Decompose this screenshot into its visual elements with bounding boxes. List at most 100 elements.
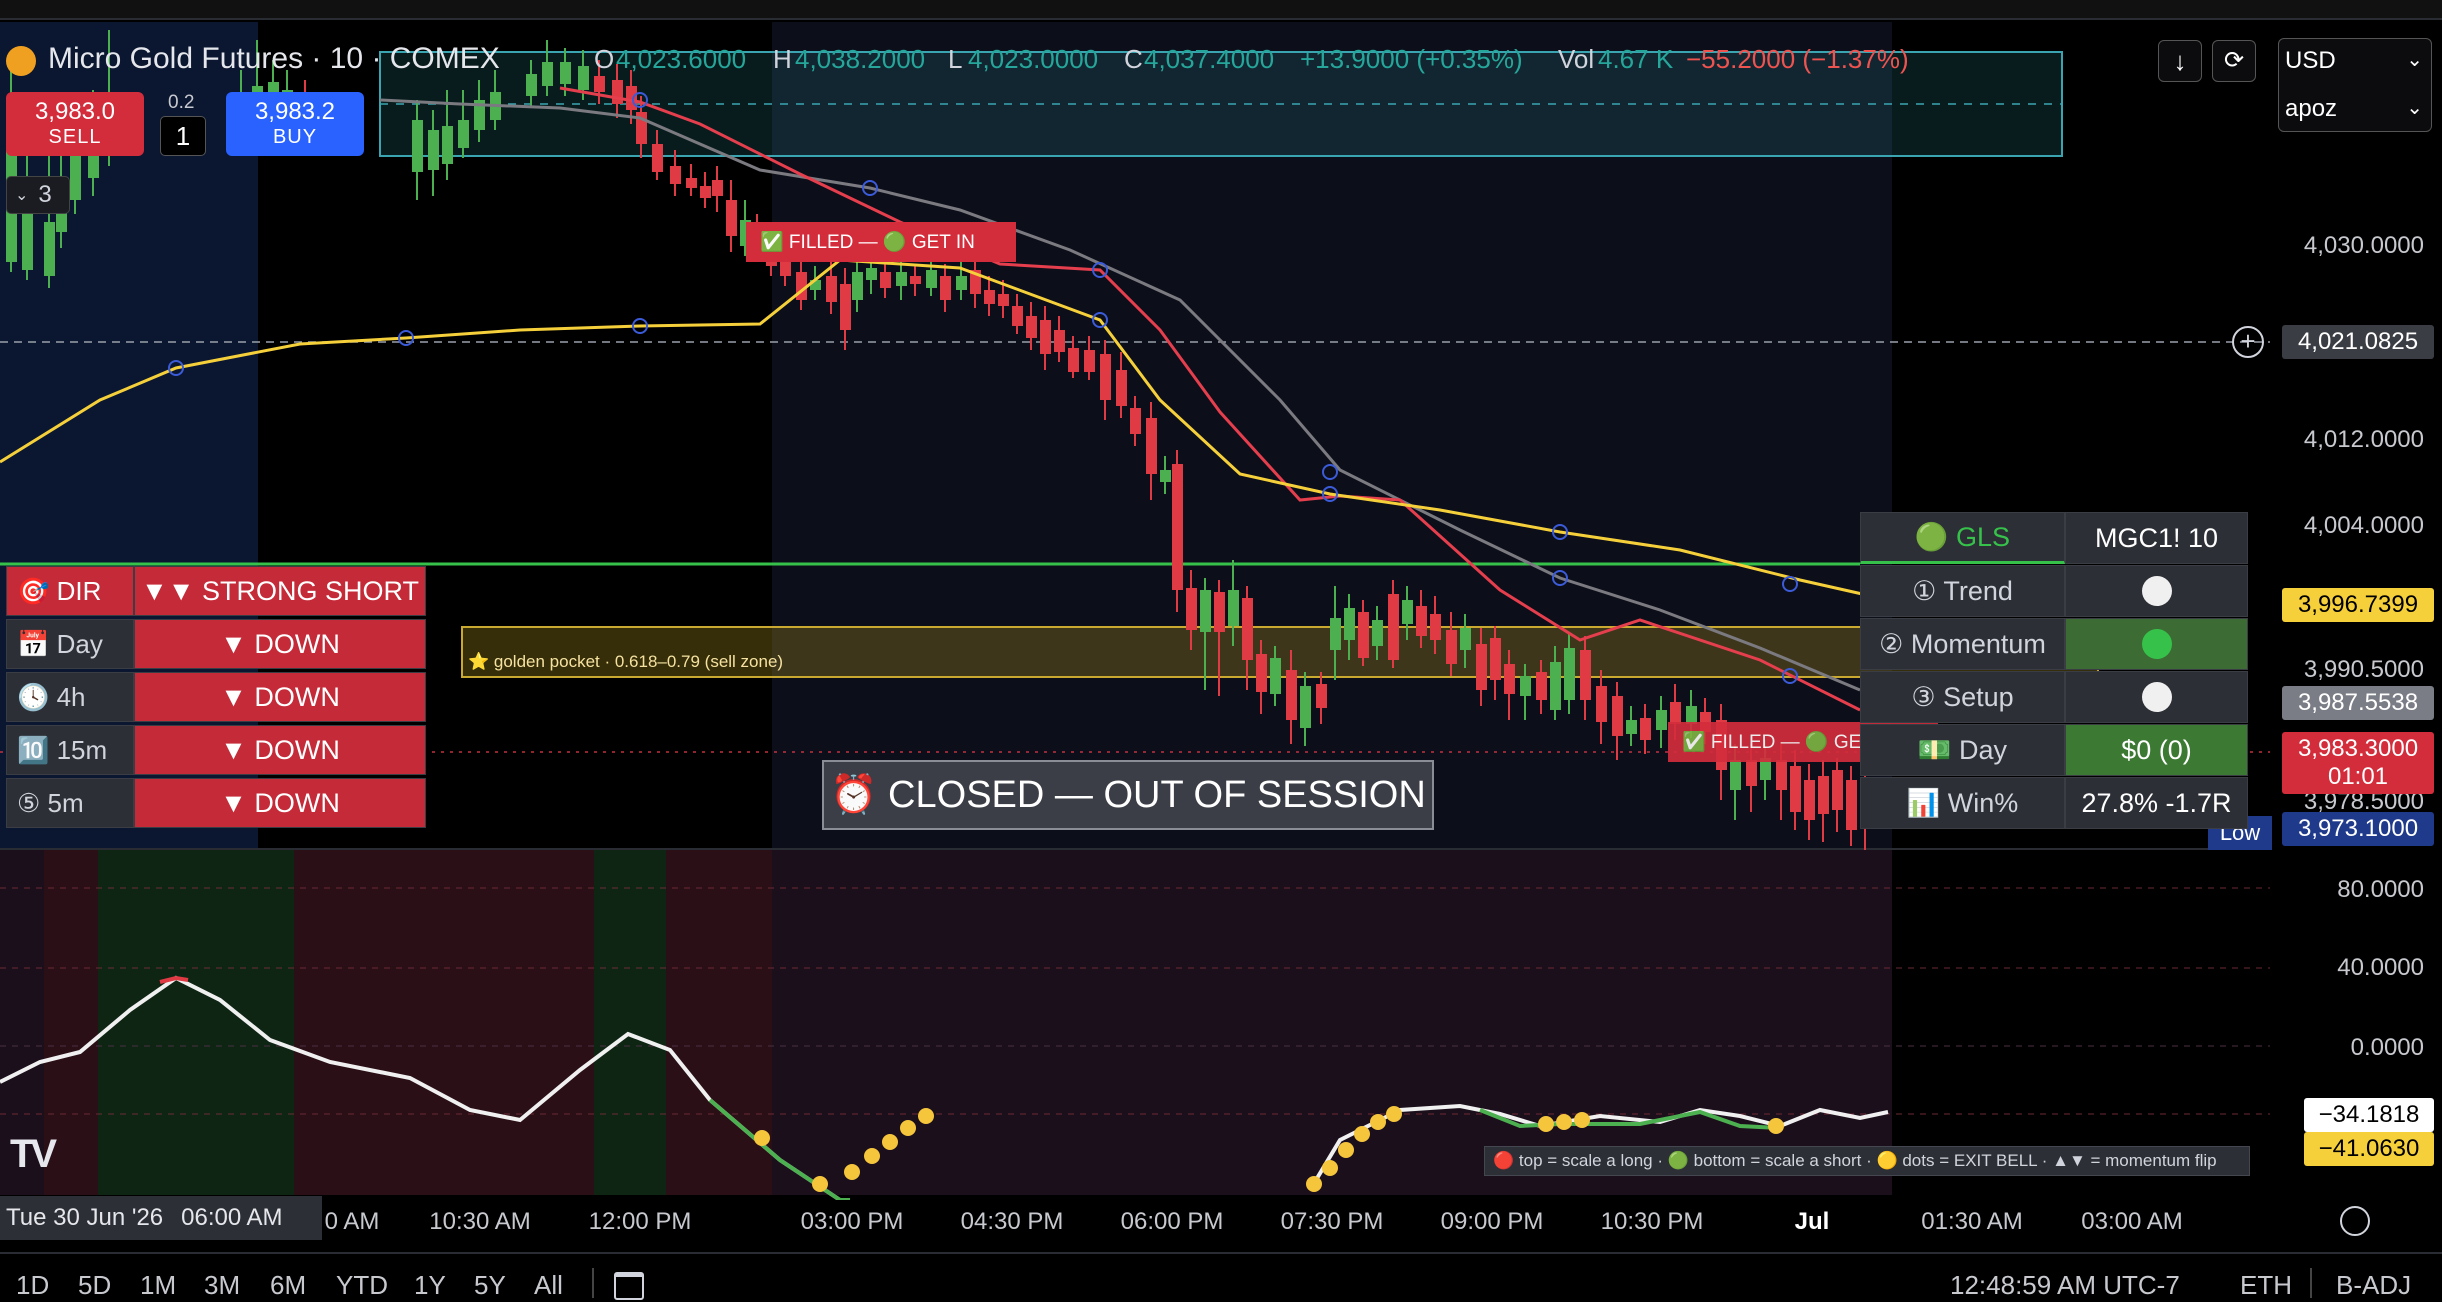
candle-body <box>1228 590 1239 626</box>
exit-bell-dot <box>1768 1118 1784 1134</box>
session-toggle[interactable]: ETH <box>2240 1270 2292 1301</box>
candle-body <box>1242 598 1253 660</box>
candle-body <box>1476 644 1487 690</box>
dir-row-5m: ⑤ 5m ▼ DOWN <box>6 778 426 828</box>
candle-body <box>940 276 951 300</box>
volume-value: 4.67 K <box>1598 44 1674 74</box>
candle-body <box>1402 600 1413 624</box>
candle-body <box>44 222 55 276</box>
candle-body <box>1358 612 1369 658</box>
white-circle-icon <box>2141 576 2172 606</box>
quantity-field[interactable]: 1 <box>160 116 206 156</box>
candle-body <box>1640 718 1651 740</box>
candle-body <box>926 270 937 288</box>
timeframe-3m[interactable]: 3M <box>204 1270 240 1301</box>
exit-bell-dot <box>1338 1142 1354 1158</box>
candle-body <box>1564 648 1575 700</box>
currency-value: USD <box>2285 47 2336 74</box>
candle-body <box>70 150 81 200</box>
x-tick: 10:30 PM <box>1600 1208 1704 1235</box>
collapse-indicators-button[interactable]: ⌄ 3 <box>6 176 70 214</box>
exit-bell-dot <box>1370 1114 1386 1130</box>
candle-body <box>526 74 537 96</box>
timeframe-5y[interactable]: 5Y <box>474 1270 506 1301</box>
candle-body <box>1214 592 1225 632</box>
exit-bell-dot <box>1386 1106 1402 1122</box>
add-alert-icon[interactable]: + <box>2232 326 2264 358</box>
x-tick: 0 AM <box>324 1208 380 1235</box>
golden-pocket-label: ⭐ golden pocket · 0.618–0.79 (sell zone) <box>468 652 784 671</box>
candle-body <box>1040 320 1051 354</box>
spread-value: 0.2 <box>168 92 195 113</box>
adjustment-toggle[interactable]: B-ADJ <box>2336 1270 2411 1301</box>
currency-select[interactable]: USD ⌄ apoz ⌄ <box>2278 38 2432 132</box>
x-tick: 10:30 AM <box>429 1208 531 1235</box>
last-price: 3,983.3000 <box>2297 735 2419 762</box>
price-change: +13.9000 (+0.35%) <box>1300 44 1523 74</box>
session-closed-banner: ⏰ CLOSED — OUT OF SESSION <box>822 760 1434 830</box>
candle-body <box>1388 594 1399 660</box>
timeframe-1m[interactable]: 1M <box>140 1270 176 1301</box>
gls-key: ② Momentum <box>1860 618 2065 670</box>
candle-body <box>442 126 453 164</box>
timeframe-all[interactable]: All <box>534 1270 563 1301</box>
candle-body <box>1832 770 1843 810</box>
candle-body <box>1504 664 1515 694</box>
crosshair-price-tag: 4,021.0825 <box>2282 325 2434 359</box>
x-tick: 03:00 PM <box>800 1208 904 1235</box>
candle-body <box>1804 780 1815 820</box>
symbol-title[interactable]: Micro Gold Futures · 10 · COMEX <box>48 42 500 76</box>
gls-row-win: 📊 Win% 27.8% -1.7R <box>1860 777 2248 829</box>
exit-bell-dot <box>918 1108 934 1124</box>
ohlc-close: 4,037.4000 <box>1144 44 1275 74</box>
dir-value: ▼ DOWN <box>134 619 426 669</box>
buy-label: BUY <box>272 126 318 148</box>
osc-value-yellow: −41.0630 <box>2304 1132 2434 1166</box>
candle-body <box>1670 702 1681 724</box>
candle-body <box>1626 720 1637 734</box>
candle-body <box>910 276 921 284</box>
candle-body <box>1256 654 1267 692</box>
candle-body <box>1776 760 1787 790</box>
filled-signal-1: ✅ FILLED — 🟢 GET IN <box>746 222 1016 262</box>
account-value: apoz <box>2285 95 2338 122</box>
timeframe-1d[interactable]: 1D <box>16 1270 49 1301</box>
candle-body <box>840 284 851 330</box>
gls-value: 27.8% -1.7R <box>2065 777 2248 829</box>
low-price-tag: 3,973.1000 <box>2282 812 2434 846</box>
candle-body <box>1330 618 1341 650</box>
candle-body <box>826 276 837 302</box>
timeframe-1y[interactable]: 1Y <box>414 1270 446 1301</box>
tradingview-logo: TV <box>10 1132 57 1176</box>
timeframe-5d[interactable]: 5D <box>78 1270 111 1301</box>
last-price-tag: 3,983.3000 01:01 <box>2282 732 2434 794</box>
dir-row-day: 📅 Day ▼ DOWN <box>6 619 426 669</box>
download-button[interactable]: ↓ <box>2158 40 2202 82</box>
buy-button[interactable]: 3,983.2 BUY <box>226 92 364 156</box>
candle-body <box>852 272 863 300</box>
candle-body <box>1550 662 1561 710</box>
calendar-icon[interactable] <box>614 1272 644 1300</box>
settings-icon[interactable] <box>2333 1199 2377 1243</box>
candle-body <box>1372 620 1383 646</box>
candle-body <box>1146 418 1157 474</box>
refresh-button[interactable]: ⟳ <box>2212 40 2256 82</box>
candle-body <box>1316 684 1327 708</box>
timeframe-ytd[interactable]: YTD <box>336 1270 388 1301</box>
clock[interactable]: 12:48:59 AM UTC-7 <box>1950 1270 2180 1301</box>
candle-body <box>1160 470 1171 482</box>
dir-key: 📅 Day <box>6 619 134 669</box>
candle-body <box>594 76 605 92</box>
candle-body <box>956 276 967 290</box>
volume-change: −55.2000 (−1.37%) <box>1686 44 1909 74</box>
candle-body <box>984 290 995 304</box>
sell-button[interactable]: 3,983.0 SELL <box>6 92 144 156</box>
candle-body <box>1186 588 1197 630</box>
timeframe-6m[interactable]: 6M <box>270 1270 306 1301</box>
candle-body <box>1790 766 1801 812</box>
y-tick: 4,004.0000 <box>2303 512 2424 539</box>
exit-bell-dot <box>1306 1176 1322 1192</box>
osc-tick: 0.0000 <box>2350 1034 2424 1061</box>
candle-body <box>1430 614 1441 640</box>
dir-row-15m: 🔟 15m ▼ DOWN <box>6 725 426 775</box>
